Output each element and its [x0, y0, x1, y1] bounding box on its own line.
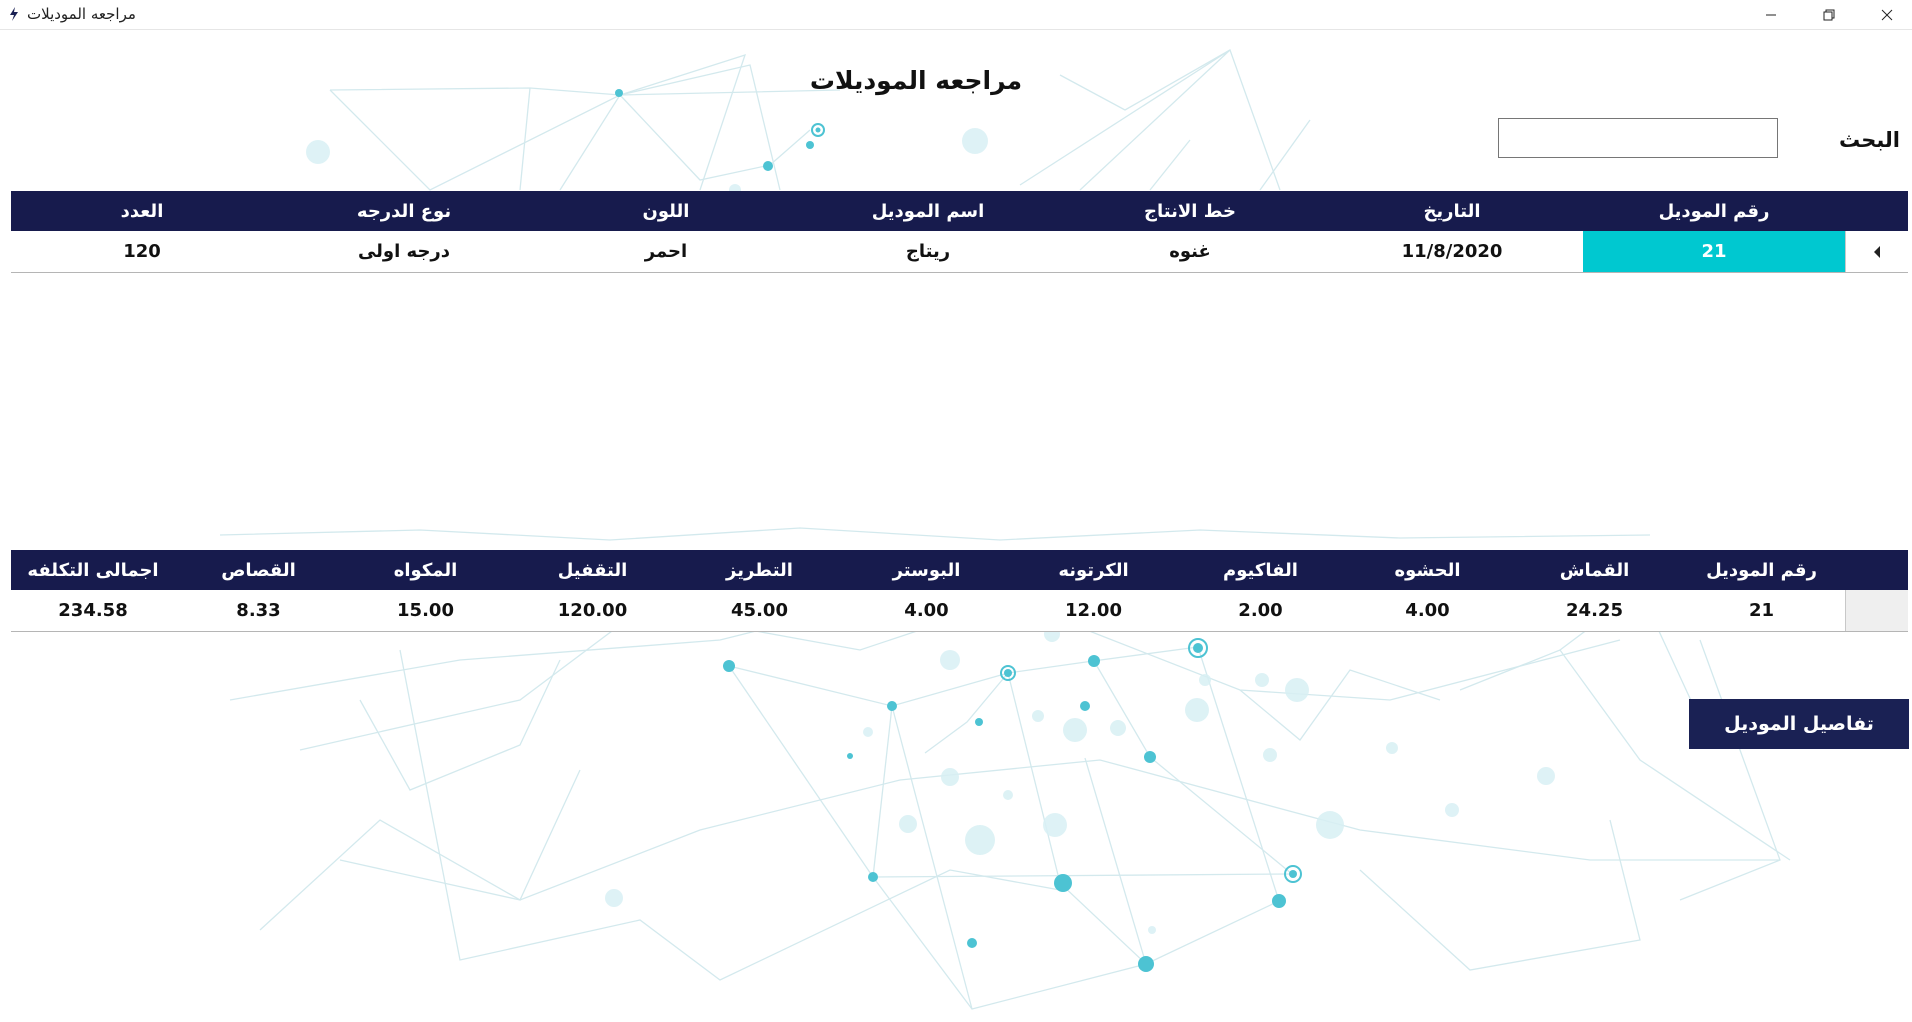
cell-model-name[interactable]: ريتاج: [797, 231, 1059, 272]
cell-model-number[interactable]: 21: [1678, 590, 1845, 631]
costs-col-ironing[interactable]: المكواه: [342, 550, 509, 590]
close-icon: [1881, 9, 1893, 20]
close-button[interactable]: [1858, 0, 1912, 29]
search-label: البحث: [1838, 128, 1900, 152]
app-lightning-icon: [10, 7, 18, 21]
window-title: مراجعه الموديلات: [27, 5, 136, 23]
models-col-date[interactable]: التاريخ: [1321, 191, 1583, 231]
cell-grade-type[interactable]: درجه اولى: [273, 231, 535, 272]
maximize-button[interactable]: [1800, 0, 1858, 29]
row-header[interactable]: [1845, 590, 1908, 631]
cell-cutter[interactable]: 8.33: [175, 590, 342, 631]
costs-col-finishing[interactable]: التقفيل: [509, 550, 676, 590]
window-titlebar: مراجعه الموديلات: [0, 0, 1912, 30]
costs-col-total-cost[interactable]: اجمالى التكلفه: [11, 550, 175, 590]
models-grid-header: رقم الموديل التاريخ خط الانتاج اسم المود…: [11, 191, 1908, 231]
models-col-model-name[interactable]: اسم الموديل: [797, 191, 1059, 231]
minimize-button[interactable]: [1742, 0, 1800, 29]
page-title: مراجعه الموديلات: [809, 66, 1023, 95]
costs-col-model-number[interactable]: رقم الموديل: [1678, 550, 1845, 590]
cell-production-line[interactable]: غنوه: [1059, 231, 1321, 272]
cell-model-number[interactable]: 21: [1583, 231, 1845, 272]
costs-col-filling[interactable]: الحشوه: [1344, 550, 1511, 590]
cell-ironing[interactable]: 15.00: [342, 590, 509, 631]
models-col-grade-type[interactable]: نوع الدرجه: [273, 191, 535, 231]
model-details-button[interactable]: تفاصيل الموديل: [1689, 699, 1909, 749]
cell-embroidery[interactable]: 45.00: [676, 590, 843, 631]
minimize-icon: [1766, 14, 1776, 15]
cell-fabric[interactable]: 24.25: [1511, 590, 1678, 631]
cell-carton[interactable]: 12.00: [1010, 590, 1177, 631]
table-row[interactable]: 21 24.25 4.00 2.00 12.00 4.00 45.00 120.…: [11, 590, 1908, 632]
models-col-color[interactable]: اللون: [535, 191, 797, 231]
row-header[interactable]: [1845, 231, 1908, 272]
current-row-arrow-icon: [1874, 245, 1880, 258]
models-col-production-line[interactable]: خط الانتاج: [1059, 191, 1321, 231]
costs-col-vacuum[interactable]: الفاكيوم: [1177, 550, 1344, 590]
models-col-model-number[interactable]: رقم الموديل: [1583, 191, 1845, 231]
costs-grid-header: رقم الموديل القماش الحشوه الفاكيوم الكرت…: [11, 550, 1908, 590]
network-background: [219, 49, 1791, 1010]
maximize-icon: [1823, 9, 1835, 20]
costs-grid[interactable]: رقم الموديل القماش الحشوه الفاكيوم الكرت…: [11, 550, 1908, 632]
cell-vacuum[interactable]: 2.00: [1177, 590, 1344, 631]
cell-total-cost[interactable]: 234.58: [11, 590, 175, 631]
costs-col-fabric[interactable]: القماش: [1511, 550, 1678, 590]
cell-date[interactable]: 11/8/2020: [1321, 231, 1583, 272]
models-col-count[interactable]: العدد: [11, 191, 273, 231]
cell-color[interactable]: احمر: [535, 231, 797, 272]
cell-filling[interactable]: 4.00: [1344, 590, 1511, 631]
models-grid[interactable]: رقم الموديل التاريخ خط الانتاج اسم المود…: [11, 191, 1908, 273]
cell-poster[interactable]: 4.00: [843, 590, 1010, 631]
costs-col-embroidery[interactable]: التطريز: [676, 550, 843, 590]
costs-col-cutter[interactable]: القصاص: [175, 550, 342, 590]
costs-col-poster[interactable]: البوستر: [843, 550, 1010, 590]
cell-count[interactable]: 120: [11, 231, 273, 272]
cell-finishing[interactable]: 120.00: [509, 590, 676, 631]
costs-col-carton[interactable]: الكرتونه: [1010, 550, 1177, 590]
table-row[interactable]: 21 11/8/2020 غنوه ريتاج احمر درجه اولى 1…: [11, 231, 1908, 273]
search-input[interactable]: [1498, 118, 1778, 158]
